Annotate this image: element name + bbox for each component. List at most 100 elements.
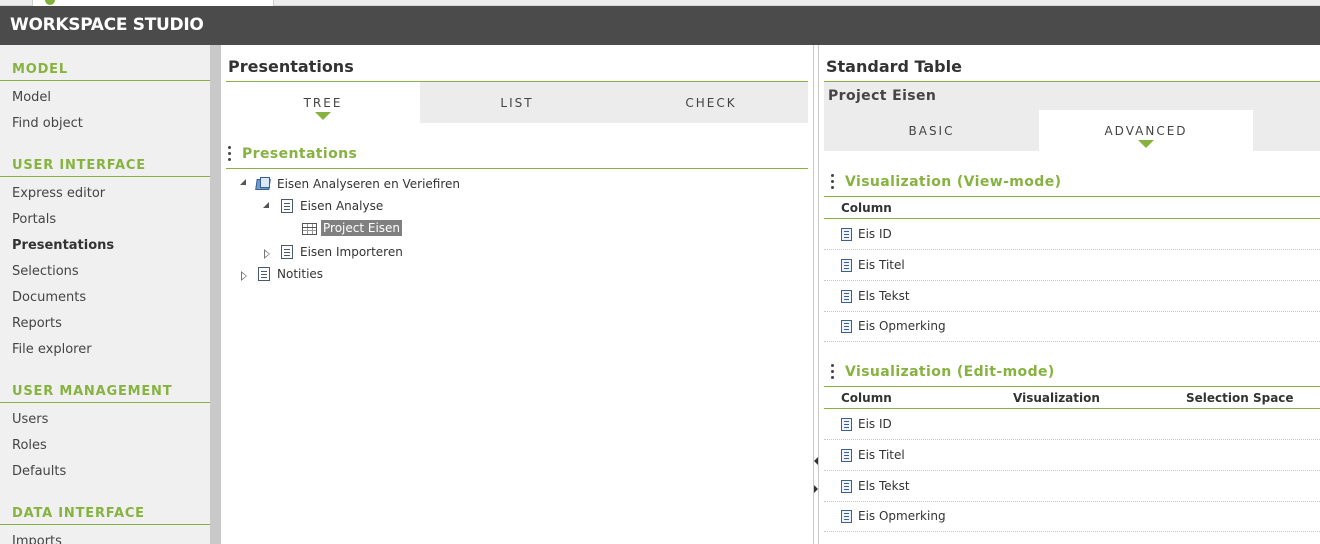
tab-bar: TREE LIST CHECK xyxy=(226,82,808,123)
sidebar-item-express-editor[interactable]: Express editor xyxy=(12,186,105,201)
tab-advanced[interactable]: ADVANCED xyxy=(1039,110,1253,151)
column-icon xyxy=(841,320,852,333)
sidebar-section-user-interface: USER INTERFACE xyxy=(0,157,210,177)
table-row[interactable]: Els Tekst xyxy=(824,281,1320,312)
table-cell: Els Tekst xyxy=(858,479,910,493)
column-icon xyxy=(841,228,852,241)
sidebar-item-portals[interactable]: Portals xyxy=(12,212,56,227)
sidebar-item-documents[interactable]: Documents xyxy=(12,290,86,305)
expand-toggle-icon[interactable] xyxy=(264,249,270,259)
column-header: Column xyxy=(841,201,892,215)
sidebar-gutter xyxy=(210,45,221,544)
tab-label: BASIC xyxy=(908,124,955,138)
active-tab-indicator-icon xyxy=(1138,140,1154,148)
table-row[interactable]: Eis ID xyxy=(824,409,1320,440)
collapse-toggle-icon[interactable] xyxy=(240,179,250,189)
collapse-left-icon[interactable] xyxy=(814,457,818,465)
table-row[interactable]: Eis Titel xyxy=(824,250,1320,281)
document-icon xyxy=(258,267,270,281)
table-row[interactable]: Els Tekst xyxy=(824,471,1320,502)
folder-icon xyxy=(255,177,272,191)
column-icon xyxy=(841,259,852,272)
sidebar-section-divider xyxy=(0,176,210,177)
sidebar-item-roles[interactable]: Roles xyxy=(12,438,47,453)
sidebar-section-label: USER INTERFACE xyxy=(12,158,146,173)
tree-node-label[interactable]: Notities xyxy=(277,267,323,281)
tab-basic[interactable]: BASIC xyxy=(824,110,1039,151)
tab-list[interactable]: LIST xyxy=(420,82,614,123)
column-icon xyxy=(841,290,852,303)
table-cell: Eis ID xyxy=(858,417,892,431)
tree-node-label-selected[interactable]: Project Eisen xyxy=(321,220,403,236)
table-cell: Eis Opmerking xyxy=(858,509,946,523)
panel-title: Presentations xyxy=(228,57,354,76)
tab-label: CHECK xyxy=(685,96,737,110)
table-row[interactable]: Eis Opmerking xyxy=(824,311,1320,342)
table-cell: Eis Titel xyxy=(858,448,905,462)
tree-node-label[interactable]: Eisen Analyseren en Veriefiren xyxy=(277,177,460,191)
column-icon xyxy=(841,480,852,493)
sidebar-section-label: USER MANAGEMENT xyxy=(12,384,173,399)
table-row[interactable]: Eis Titel xyxy=(824,440,1320,471)
section-title-view-mode: Visualization (View-mode) xyxy=(845,174,1062,190)
sidebar-section-divider xyxy=(0,80,210,81)
sidebar-item-reports[interactable]: Reports xyxy=(12,316,62,331)
sidebar-item-users[interactable]: Users xyxy=(12,412,48,427)
tab-label: ADVANCED xyxy=(1104,124,1188,138)
section-divider xyxy=(226,168,808,169)
sidebar-section-divider xyxy=(0,402,210,403)
document-icon xyxy=(281,199,293,213)
sidebar-section-user-management: USER MANAGEMENT xyxy=(0,383,210,403)
section-title: Presentations xyxy=(242,146,358,162)
collapse-toggle-icon[interactable] xyxy=(263,202,273,212)
column-header: Column xyxy=(841,391,892,405)
section-menu-icon[interactable] xyxy=(831,174,835,190)
tab-tree[interactable]: TREE xyxy=(226,82,420,123)
table-icon xyxy=(302,223,317,235)
tab-label: TREE xyxy=(303,96,343,110)
document-icon xyxy=(281,245,293,259)
sidebar: MODEL Model Find object USER INTERFACE E… xyxy=(0,45,210,544)
sidebar-item-model[interactable]: Model xyxy=(12,90,51,105)
table-header: Column xyxy=(824,197,1320,219)
tab-bar: BASIC ADVANCED xyxy=(824,110,1320,151)
table-row[interactable]: Eis ID xyxy=(824,219,1320,250)
sidebar-section-data-interface: DATA INTERFACE xyxy=(0,505,210,525)
sidebar-item-file-explorer[interactable]: File explorer xyxy=(12,342,92,357)
section-menu-icon[interactable] xyxy=(228,146,232,162)
expand-toggle-icon[interactable] xyxy=(241,271,247,281)
table-cell: Eis Titel xyxy=(858,258,905,272)
detail-panel: Standard Table Project Eisen BASIC ADVAN… xyxy=(819,45,1320,544)
sidebar-section-label: DATA INTERFACE xyxy=(12,506,145,521)
collapse-right-icon[interactable] xyxy=(814,485,818,493)
sidebar-section-divider xyxy=(0,524,210,525)
section-menu-icon[interactable] xyxy=(831,364,835,380)
sidebar-item-selections[interactable]: Selections xyxy=(12,264,79,279)
tree-node-label[interactable]: Eisen Importeren xyxy=(300,245,403,259)
section-title-edit-mode: Visualization (Edit-mode) xyxy=(845,364,1055,380)
tab-check[interactable]: CHECK xyxy=(614,82,808,123)
presentations-panel: Presentations TREE LIST CHECK Presentati… xyxy=(221,45,813,544)
tree-node-label[interactable]: Eisen Analyse xyxy=(300,199,383,213)
tab-bar-filler xyxy=(1253,110,1320,151)
sidebar-item-presentations[interactable]: Presentations xyxy=(12,238,114,253)
column-header: Visualization xyxy=(1013,391,1100,405)
column-header: Selection Space xyxy=(1186,391,1294,405)
table-row[interactable]: Eis Opmerking xyxy=(824,501,1320,532)
table-cell: Eis ID xyxy=(858,227,892,241)
table-cell: Eis Opmerking xyxy=(858,319,946,333)
sidebar-item-defaults[interactable]: Defaults xyxy=(12,464,66,479)
table-cell: Els Tekst xyxy=(858,289,910,303)
table-header: Column Visualization Selection Space xyxy=(824,387,1320,409)
sidebar-item-find-object[interactable]: Find object xyxy=(12,116,83,131)
column-icon xyxy=(841,418,852,431)
sidebar-item-imports[interactable]: Imports xyxy=(12,534,62,544)
column-icon xyxy=(841,510,852,523)
app-header: WORKSPACE STUDIO xyxy=(0,6,1320,45)
sidebar-section-model: MODEL xyxy=(0,61,210,81)
object-header: Project Eisen xyxy=(824,82,1320,110)
object-title: Project Eisen xyxy=(828,88,937,104)
panel-title: Standard Table xyxy=(826,57,962,76)
tab-label: LIST xyxy=(500,96,534,110)
column-icon xyxy=(841,449,852,462)
